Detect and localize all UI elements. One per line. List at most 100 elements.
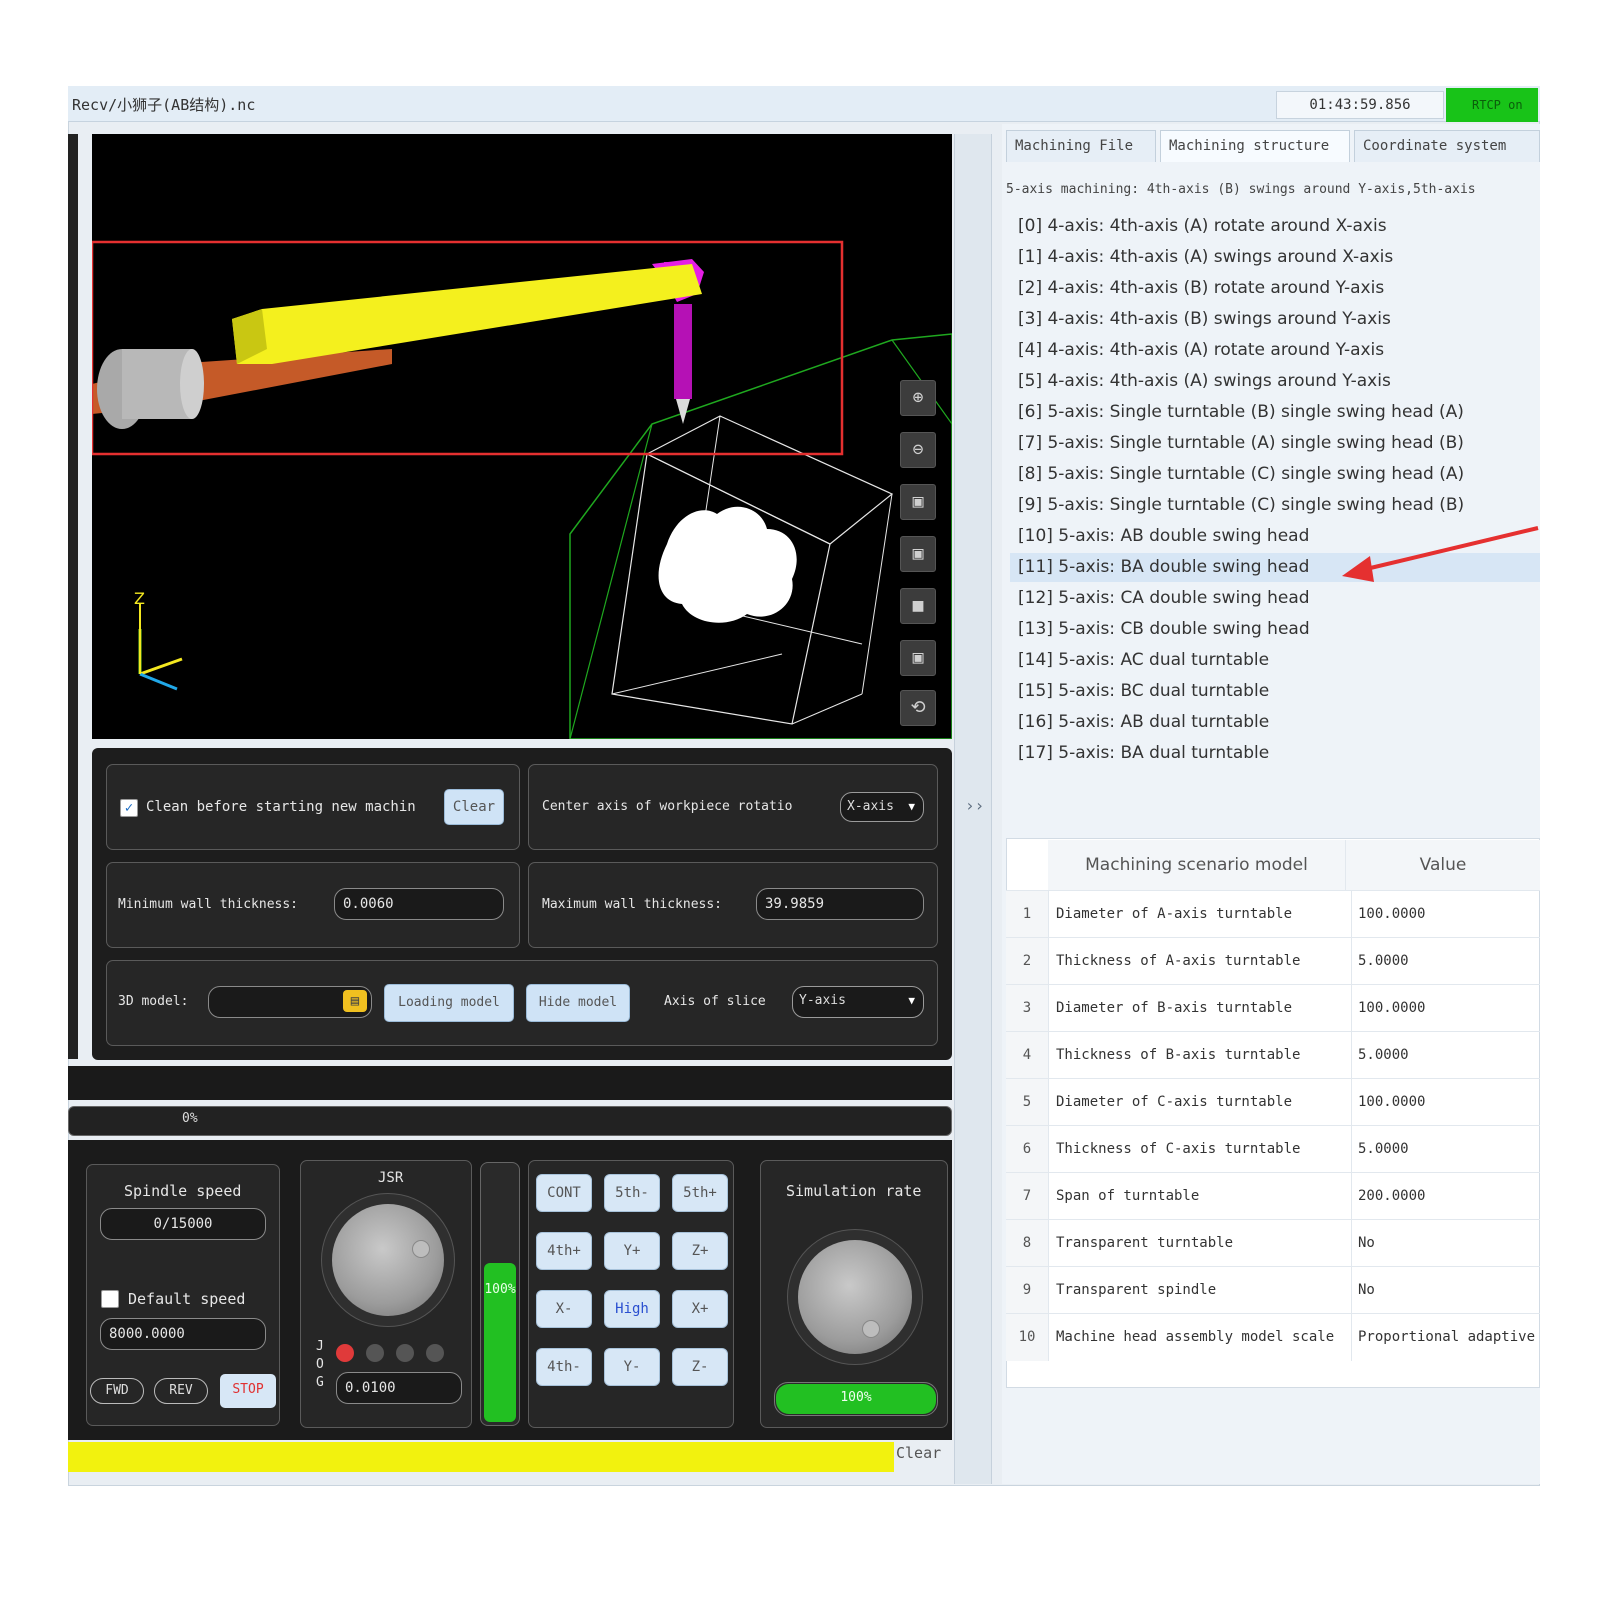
table-row[interactable]: 10 Machine head assembly model scale Pro… (1006, 1313, 1540, 1361)
key-z-plus[interactable]: Z+ (672, 1232, 728, 1270)
key-5th-plus[interactable]: 5th+ (672, 1174, 728, 1212)
table-row[interactable]: 9 Transparent spindle No (1006, 1266, 1540, 1314)
table-row[interactable]: 3 Diameter of B-axis turntable 100.0000 (1006, 984, 1540, 1032)
default-speed-label: Default speed (128, 1290, 246, 1308)
view-iso-icon[interactable]: ▣ (900, 484, 936, 520)
key-z-minus[interactable]: Z- (672, 1348, 728, 1386)
rev-button[interactable]: REV (154, 1378, 208, 1404)
jog-title: JSR (378, 1170, 404, 1186)
table-row[interactable]: 6 Thickness of C-axis turntable 5.0000 (1006, 1125, 1540, 1173)
row-value[interactable]: No (1351, 1220, 1548, 1267)
key-5th-minus[interactable]: 5th- (604, 1174, 660, 1212)
key-high[interactable]: High (604, 1290, 660, 1328)
structure-option[interactable]: [16] 5-axis: AB dual turntable (1018, 708, 1528, 737)
row-value[interactable]: 100.0000 (1351, 891, 1548, 938)
structure-option[interactable]: [15] 5-axis: BC dual turntable (1018, 677, 1528, 706)
stop-button[interactable]: STOP (220, 1374, 276, 1408)
row-value[interactable]: 200.0000 (1351, 1173, 1548, 1220)
view-top-icon[interactable]: ■ (900, 588, 936, 624)
simulation-rate-text: 100% (840, 1390, 872, 1405)
structure-option[interactable]: [17] 5-axis: BA dual turntable (1018, 739, 1528, 768)
key-x-plus[interactable]: X+ (672, 1290, 728, 1328)
key-4th-minus[interactable]: 4th- (536, 1348, 592, 1386)
table-row[interactable]: 4 Thickness of B-axis turntable 5.0000 (1006, 1031, 1540, 1079)
row-value[interactable]: 5.0000 (1351, 938, 1548, 985)
row-parameter: Span of turntable (1056, 1188, 1200, 1204)
structure-option[interactable]: [7] 5-axis: Single turntable (A) single … (1018, 429, 1528, 458)
jog-led-1[interactable] (336, 1344, 354, 1362)
clear-button[interactable]: Clear (444, 789, 504, 825)
row-parameter: Diameter of A-axis turntable (1056, 906, 1293, 922)
reset-view-icon[interactable]: ⟲ (900, 690, 936, 726)
table-row[interactable]: 7 Span of turntable 200.0000 (1006, 1172, 1540, 1220)
default-speed-checkbox[interactable] (101, 1290, 119, 1308)
jog-side-label-o: O (316, 1357, 324, 1372)
view-front-icon[interactable]: ▣ (900, 536, 936, 572)
structure-option[interactable]: [1] 4-axis: 4th-axis (A) swings around X… (1018, 243, 1528, 272)
row-value[interactable]: Proportional adaptive (1351, 1314, 1548, 1361)
key-4th-plus[interactable]: 4th+ (536, 1232, 592, 1270)
tab-machining-structure[interactable]: Machining structure (1160, 130, 1350, 162)
folder-icon[interactable]: ▤ (343, 990, 367, 1012)
structure-option[interactable]: [4] 4-axis: 4th-axis (A) rotate around Y… (1018, 336, 1528, 365)
row-value[interactable]: 5.0000 (1351, 1126, 1548, 1173)
structure-option[interactable]: [5] 4-axis: 4th-axis (A) swings around Y… (1018, 367, 1528, 396)
table-row[interactable]: 2 Thickness of A-axis turntable 5.0000 (1006, 937, 1540, 985)
key-y-minus[interactable]: Y- (604, 1348, 660, 1386)
viewport-3d[interactable]: Z (90, 134, 953, 740)
row-index: 4 (1006, 1032, 1049, 1079)
max-wall-input[interactable]: 39.9859 (756, 888, 924, 920)
collapse-icon[interactable]: ›› (965, 796, 984, 815)
jog-led-2[interactable] (366, 1344, 384, 1362)
hide-model-button[interactable]: Hide model (526, 984, 630, 1022)
structure-option[interactable]: [9] 5-axis: Single turntable (C) single … (1018, 491, 1528, 520)
row-value[interactable]: 5.0000 (1351, 1032, 1548, 1079)
row-value[interactable]: 100.0000 (1351, 1079, 1548, 1126)
jog-knob[interactable] (332, 1204, 444, 1316)
clean-checkbox[interactable]: ✓ (120, 799, 138, 817)
center-axis-select[interactable]: X-axis ▼ (840, 792, 924, 822)
row-value[interactable]: 100.0000 (1351, 985, 1548, 1032)
jog-led-3[interactable] (396, 1344, 414, 1362)
row-value[interactable]: No (1351, 1267, 1548, 1314)
tab-coordinate-system[interactable]: Coordinate system (1354, 130, 1540, 162)
rtcp-status[interactable]: RTCP on (1446, 88, 1538, 122)
row-index: 9 (1006, 1267, 1049, 1314)
view-side-icon[interactable]: ▣ (900, 640, 936, 676)
feed-percent: 100% (484, 1282, 516, 1297)
jog-step-input[interactable]: 0.0100 (336, 1372, 462, 1404)
table-header-model: Machining scenario model (1048, 840, 1346, 890)
table-row[interactable]: 1 Diameter of A-axis turntable 100.0000 (1006, 890, 1540, 938)
structure-option[interactable]: [14] 5-axis: AC dual turntable (1018, 646, 1528, 675)
clear-log-button[interactable]: Clear (896, 1444, 941, 1462)
key-x-minus[interactable]: X- (536, 1290, 592, 1328)
row-parameter: Diameter of C-axis turntable (1056, 1094, 1293, 1110)
jog-led-4[interactable] (426, 1344, 444, 1362)
key-cont[interactable]: CONT (536, 1174, 592, 1212)
loading-model-button[interactable]: Loading model (384, 984, 514, 1022)
zoom-out-icon[interactable]: ⊖ (900, 432, 936, 468)
table-row[interactable]: 8 Transparent turntable No (1006, 1219, 1540, 1267)
default-speed-input[interactable]: 8000.0000 (100, 1318, 266, 1350)
slice-axis-select[interactable]: Y-axis ▼ (792, 986, 924, 1018)
annotation-arrow-icon (1342, 526, 1539, 582)
structure-option[interactable]: [3] 4-axis: 4th-axis (B) swings around Y… (1018, 305, 1528, 334)
simulation-knob-indicator (862, 1320, 880, 1338)
structure-option[interactable]: [2] 4-axis: 4th-axis (B) rotate around Y… (1018, 274, 1528, 303)
structure-option[interactable]: [6] 5-axis: Single turntable (B) single … (1018, 398, 1528, 427)
jog-side-label-j: J (316, 1339, 324, 1354)
structure-option[interactable]: [0] 4-axis: 4th-axis (A) rotate around X… (1018, 212, 1528, 241)
progress-bar (68, 1106, 952, 1136)
simulation-knob[interactable] (798, 1240, 912, 1354)
zoom-in-icon[interactable]: ⊕ (900, 380, 936, 416)
chevron-down-icon: ▼ (908, 994, 915, 1007)
min-wall-input[interactable]: 0.0060 (334, 888, 504, 920)
fwd-button[interactable]: FWD (90, 1378, 144, 1404)
table-header-value: Value (1346, 840, 1540, 890)
tab-machining-file[interactable]: Machining File (1006, 130, 1156, 162)
table-row[interactable]: 5 Diameter of C-axis turntable 100.0000 (1006, 1078, 1540, 1126)
axis-z-label: Z (134, 589, 145, 608)
structure-option[interactable]: [8] 5-axis: Single turntable (C) single … (1018, 460, 1528, 489)
structure-option[interactable]: [13] 5-axis: CB double swing head (1018, 615, 1528, 644)
key-y-plus[interactable]: Y+ (604, 1232, 660, 1270)
